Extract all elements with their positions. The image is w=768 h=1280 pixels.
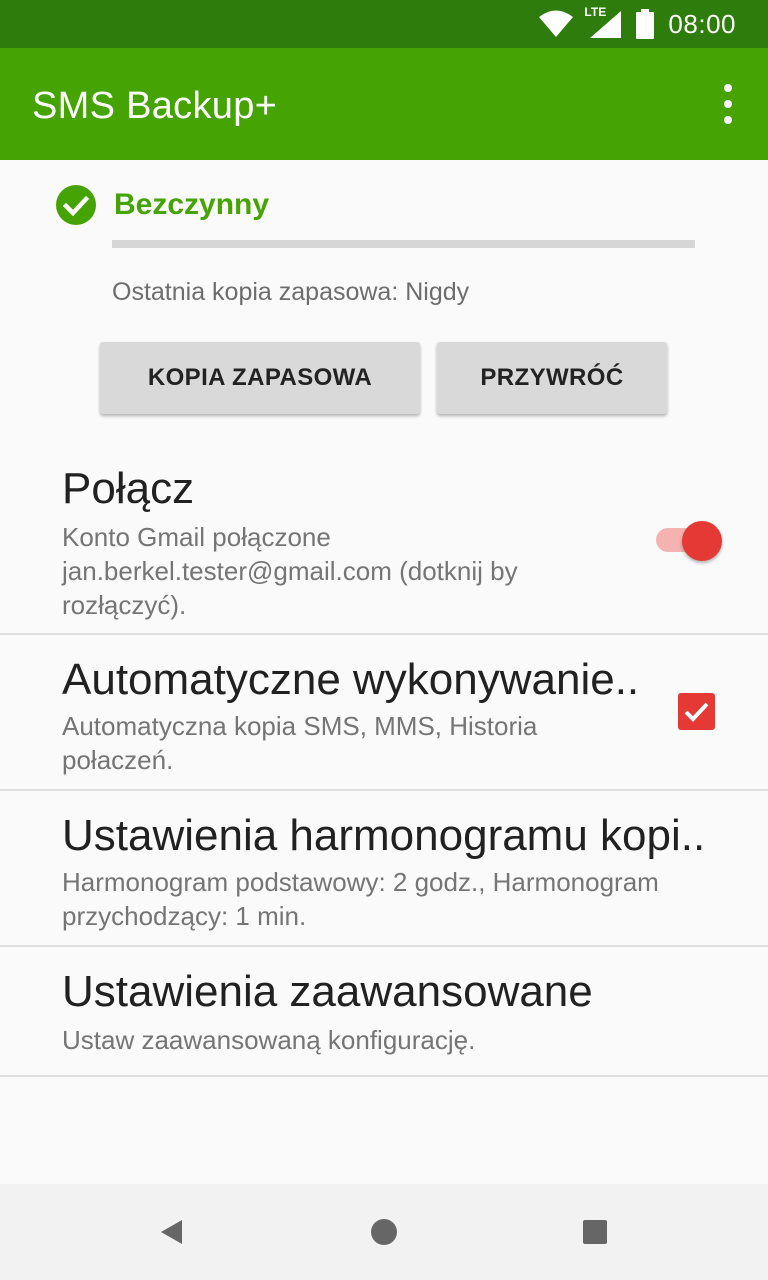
backup-button[interactable]: KOPIA ZAPASOWA	[100, 342, 420, 414]
connect-switch[interactable]	[656, 521, 722, 561]
wifi-icon	[539, 10, 574, 37]
pref-connect[interactable]: Połącz Konto Gmail połączone jan.berkel.…	[0, 450, 768, 635]
pref-schedule-settings[interactable]: Ustawienia harmonogramu kopi.. Harmonogr…	[0, 791, 768, 947]
pref-auto-backup[interactable]: Automatyczne wykonywanie.. Automatyczna …	[0, 635, 768, 791]
backup-status: Bezczynny	[56, 184, 269, 226]
battery-icon	[636, 9, 655, 39]
last-backup-text: Ostatnia kopia zapasowa: Nigdy	[112, 278, 470, 306]
lte-signal: LTE	[584, 5, 622, 39]
pref-title: Ustawienia zaawansowane	[62, 967, 593, 1016]
pref-title: Ustawienia harmonogramu kopi..	[62, 811, 706, 860]
app-bar: SMS Backup+	[0, 48, 768, 160]
app-title: SMS Backup+	[32, 85, 278, 127]
backup-progress-bar	[112, 240, 695, 248]
check-circle-icon	[56, 185, 96, 225]
auto-backup-checkbox[interactable]	[678, 693, 715, 730]
clock: 08:00	[668, 8, 736, 39]
navigation-bar	[0, 1184, 768, 1280]
recents-icon[interactable]	[567, 1204, 623, 1260]
restore-button[interactable]: PRZYWRÓĆ	[437, 342, 667, 414]
pref-advanced-settings[interactable]: Ustawienia zaawansowane Ustaw zaawansowa…	[0, 947, 768, 1077]
home-icon[interactable]	[356, 1204, 412, 1260]
status-label: Bezczynny	[114, 188, 270, 221]
more-vert-icon[interactable]	[716, 84, 740, 124]
pref-title: Połącz	[62, 464, 195, 513]
back-icon[interactable]	[144, 1204, 200, 1260]
pref-summary: Harmonogram podstawowy: 2 godz., Harmono…	[62, 867, 659, 931]
pref-summary: Automatyczna kopia SMS, MMS, Historia po…	[62, 711, 538, 775]
switch-thumb	[682, 521, 722, 561]
pref-summary: Konto Gmail połączone jan.berkel.tester@…	[62, 522, 518, 620]
pref-summary: Ustaw zaawansowaną konfigurację.	[62, 1025, 476, 1055]
status-bar: LTE 08:00	[0, 0, 768, 48]
signal-icon	[590, 11, 622, 38]
pref-title: Automatyczne wykonywanie..	[62, 655, 640, 704]
check-icon	[684, 702, 709, 722]
